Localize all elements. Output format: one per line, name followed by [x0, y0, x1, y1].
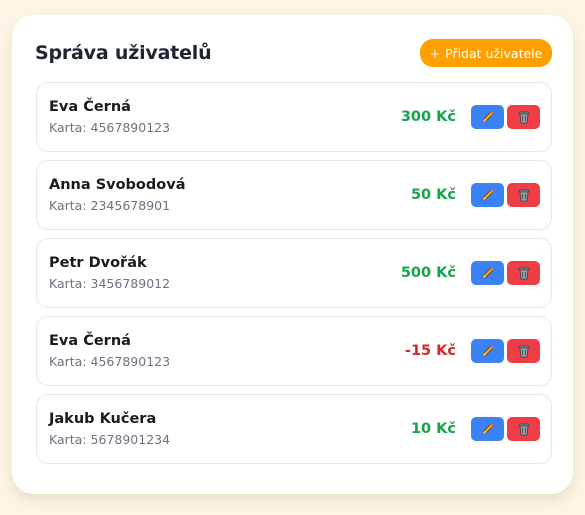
user-actions: 500 Kč — [401, 261, 540, 285]
edit-user-button[interactable] — [471, 183, 504, 207]
user-card-number: Karta: 2345678901 — [49, 198, 171, 213]
user-row: Petr Dvořák Karta: 3456789012 500 Kč — [36, 238, 552, 308]
trash-icon — [516, 109, 532, 125]
edit-user-button[interactable] — [471, 105, 504, 129]
user-name: Anna Svobodová — [49, 177, 186, 193]
user-card-number: Karta: 4567890123 — [49, 120, 171, 135]
pencil-icon — [480, 187, 496, 203]
user-actions: 300 Kč — [401, 105, 540, 129]
user-row: Eva Černá Karta: 4567890123 300 Kč — [36, 82, 552, 152]
user-card-number: Karta: 3456789012 — [49, 276, 171, 291]
pencil-icon — [480, 343, 496, 359]
delete-user-button[interactable] — [507, 261, 540, 285]
user-balance: 50 Kč — [410, 187, 456, 203]
page-title: Správa uživatelů — [35, 42, 212, 64]
user-actions: 10 Kč — [411, 417, 540, 441]
delete-user-button[interactable] — [507, 183, 540, 207]
user-info: Eva Černá Karta: 4567890123 — [49, 97, 170, 137]
trash-icon — [516, 343, 532, 359]
trash-icon — [516, 421, 532, 437]
user-balance: 300 Kč — [400, 109, 456, 125]
user-balance: -15 Kč — [404, 343, 456, 359]
pencil-icon — [480, 109, 496, 125]
delete-user-button[interactable] — [507, 417, 540, 441]
add-user-button[interactable]: + Přidat uživatele — [420, 39, 552, 67]
delete-user-button[interactable] — [507, 339, 540, 363]
user-balance: 10 Kč — [410, 421, 456, 437]
plus-icon: + — [429, 45, 441, 61]
edit-user-button[interactable] — [471, 339, 504, 363]
pencil-icon — [480, 421, 496, 437]
user-management-card: Správa uživatelů + Přidat uživatele Eva … — [12, 15, 573, 494]
user-list: Eva Černá Karta: 4567890123 300 Kč Anna … — [36, 82, 552, 472]
delete-user-button[interactable] — [507, 105, 540, 129]
add-user-label: Přidat uživatele — [445, 45, 543, 61]
card-header: Správa uživatelů + Přidat uživatele — [35, 39, 552, 67]
user-name: Eva Černá — [49, 99, 131, 115]
user-name: Eva Černá — [49, 333, 131, 349]
edit-user-button[interactable] — [471, 417, 504, 441]
user-row: Anna Svobodová Karta: 2345678901 50 Kč — [36, 160, 552, 230]
trash-icon — [516, 265, 532, 281]
user-card-number: Karta: 5678901234 — [49, 432, 171, 447]
user-actions: -15 Kč — [405, 339, 540, 363]
user-card-number: Karta: 4567890123 — [49, 354, 171, 369]
user-row: Eva Černá Karta: 4567890123 -15 Kč — [36, 316, 552, 386]
user-balance: 500 Kč — [400, 265, 456, 281]
edit-user-button[interactable] — [471, 261, 504, 285]
user-row: Jakub Kučera Karta: 5678901234 10 Kč — [36, 394, 552, 464]
pencil-icon — [480, 265, 496, 281]
trash-icon — [516, 187, 532, 203]
user-actions: 50 Kč — [411, 183, 540, 207]
user-name: Jakub Kučera — [49, 411, 157, 427]
user-info: Anna Svobodová Karta: 2345678901 — [49, 175, 185, 215]
user-info: Petr Dvořák Karta: 3456789012 — [49, 253, 170, 293]
user-info: Eva Černá Karta: 4567890123 — [49, 331, 170, 371]
user-info: Jakub Kučera Karta: 5678901234 — [49, 409, 170, 449]
user-name: Petr Dvořák — [49, 255, 147, 271]
